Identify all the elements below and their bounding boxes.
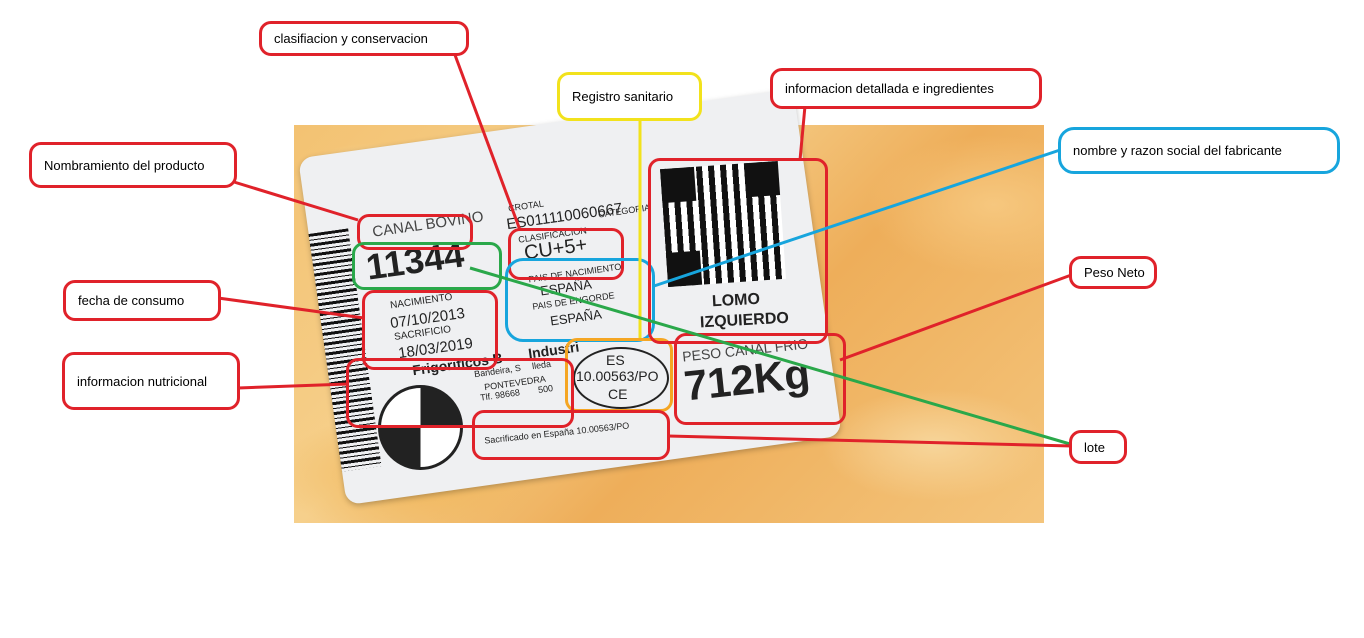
slaughtered-in-highlight	[472, 410, 670, 460]
health-registry-highlight	[565, 338, 673, 412]
callout-lot: lote	[1069, 430, 1127, 464]
callout-health-registry: Registro sanitario	[557, 72, 702, 121]
net-weight-highlight	[674, 333, 846, 425]
callout-classification: clasifiacion y conservacion	[259, 21, 469, 56]
manufacturer-highlight	[505, 258, 655, 342]
callout-manufacturer: nombre y razon social del fabricante	[1058, 127, 1340, 174]
callout-consumption-date: fecha de consumo	[63, 280, 221, 321]
callout-product-naming: Nombramiento del producto	[29, 142, 237, 188]
callout-detailed-info: informacion detallada e ingredientes	[770, 68, 1042, 109]
callout-nutrition: informacion nutricional	[62, 352, 240, 410]
detailed-info-highlight	[648, 158, 828, 344]
callout-net-weight: Peso Neto	[1069, 256, 1157, 289]
lot-highlight	[352, 242, 502, 290]
